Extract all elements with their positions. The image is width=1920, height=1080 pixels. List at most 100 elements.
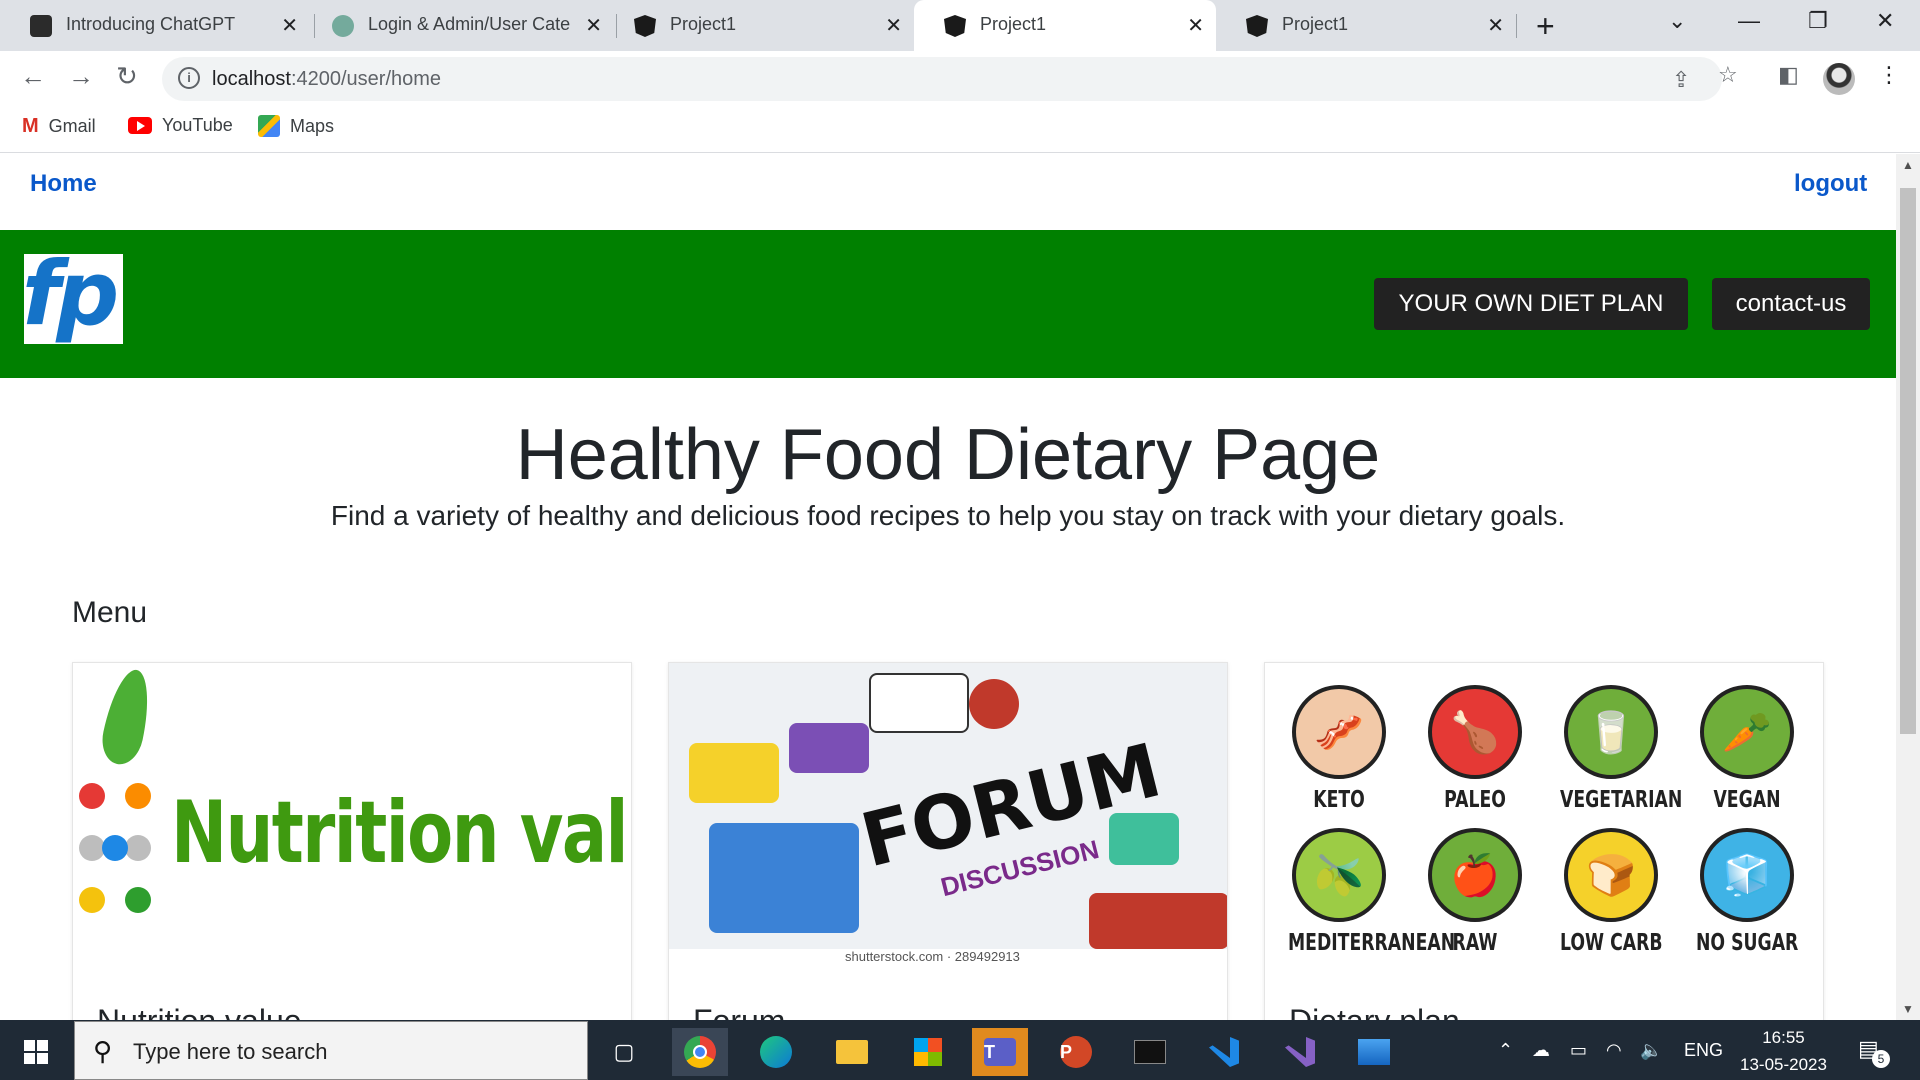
close-icon[interactable]: ✕ [585, 13, 602, 38]
kebab-menu-icon[interactable]: ⋮ [1878, 62, 1900, 88]
tab-project1-active[interactable]: Project1 ✕ [914, 0, 1216, 51]
bookmark-label: Maps [290, 115, 335, 136]
search-icon: ⚲ [93, 1036, 113, 1066]
checklist-graphic [869, 673, 969, 733]
site-logo[interactable]: fp [24, 254, 123, 344]
diet-label: KETO [1313, 787, 1365, 813]
chatgpt-icon [30, 15, 52, 37]
bookmark-star-icon[interactable]: ☆ [1718, 62, 1738, 88]
onedrive-icon[interactable]: ☁ [1532, 1040, 1550, 1061]
chatgpt-icon [332, 15, 354, 37]
contact-us-button[interactable]: contact-us [1712, 278, 1870, 330]
dot-graphic [125, 835, 151, 861]
notification-count-badge: 5 [1872, 1050, 1890, 1068]
angular-icon [944, 15, 966, 37]
close-icon[interactable]: ✕ [1187, 13, 1204, 38]
language-indicator[interactable]: ENG [1684, 1040, 1723, 1061]
page-title: Healthy Food Dietary Page [515, 415, 1381, 495]
notification-center-icon[interactable]: ▤ 5 [1858, 1036, 1890, 1068]
restore-button[interactable]: ❐ [1808, 8, 1828, 34]
card-dietary-plan[interactable]: 🥓 KETO 🍗 PALEO 🥛 VEGETARIAN 🥕 VEGAN 🫒 ME… [1264, 662, 1824, 1020]
bookmark-label: Gmail [48, 116, 96, 136]
dot-graphic [125, 887, 151, 913]
forum-image: FORUM DISCUSSION shutterstock.com · 2894… [669, 663, 1227, 973]
system-clock[interactable]: 16:55 13-05-2023 [1740, 1024, 1827, 1078]
wifi-icon[interactable]: ◠ [1606, 1040, 1622, 1061]
nutrition-image: Nutrition value [73, 663, 631, 973]
scroll-up-arrow-icon[interactable]: ▲ [1902, 158, 1914, 172]
diet-keto: 🥓 KETO [1271, 685, 1407, 813]
gear-graphic [969, 679, 1019, 729]
tab-title: Login & Admin/User Cate [368, 14, 571, 34]
close-icon[interactable]: ✕ [1487, 13, 1504, 38]
olive-icon: 🫒 [1292, 828, 1386, 922]
scroll-down-arrow-icon[interactable]: ▼ [1902, 1002, 1914, 1016]
share-icon[interactable]: ⇪ [1672, 67, 1690, 93]
card-forum[interactable]: FORUM DISCUSSION shutterstock.com · 2894… [668, 662, 1228, 1020]
drumstick-icon: 🍗 [1428, 685, 1522, 779]
chrome-icon[interactable] [672, 1028, 728, 1076]
card-title: Nutrition value [97, 1003, 302, 1020]
card-title: Forum [693, 1003, 785, 1020]
clock-date: 13-05-2023 [1740, 1055, 1827, 1074]
edge-icon[interactable] [748, 1028, 804, 1076]
microsoft-store-icon[interactable] [900, 1028, 956, 1076]
visual-studio-icon[interactable] [1272, 1028, 1328, 1076]
bookmark-gmail[interactable]: M Gmail [22, 115, 96, 138]
photos-icon[interactable] [1346, 1028, 1402, 1076]
tab-project1[interactable]: Project1 ✕ [1216, 0, 1516, 51]
diet-plan-button[interactable]: YOUR OWN DIET PLAN [1374, 278, 1688, 330]
side-panel-icon[interactable]: ◧ [1778, 62, 1799, 88]
forward-arrow-icon[interactable]: → [68, 61, 94, 92]
powerpoint-icon[interactable]: P [1048, 1028, 1104, 1076]
terminal-icon[interactable] [1122, 1028, 1178, 1076]
new-tab-button[interactable]: + [1536, 8, 1555, 45]
battery-icon[interactable]: ▭ [1570, 1040, 1587, 1061]
diet-label: MEDITERRANEAN [1288, 930, 1456, 956]
home-link[interactable]: Home [30, 170, 97, 198]
page-scrollbar[interactable]: ▲ ▼ [1896, 154, 1920, 1020]
tab-introducing-chatgpt[interactable]: Introducing ChatGPT ✕ [0, 0, 310, 51]
taskbar-search-box[interactable]: ⚲ Type here to search [74, 1021, 588, 1080]
logout-link[interactable]: logout [1794, 170, 1867, 198]
task-view-icon[interactable]: ▢ [596, 1028, 652, 1076]
dot-graphic [125, 783, 151, 809]
page-subtitle: Find a variety of healthy and delicious … [330, 500, 1566, 531]
tab-login-admin[interactable]: Login & Admin/User Cate ✕ [302, 0, 614, 51]
teams-icon[interactable]: T [972, 1028, 1028, 1076]
close-icon[interactable]: ✕ [281, 13, 298, 38]
windows-start-icon[interactable] [24, 1040, 48, 1064]
card-nutrition-value[interactable]: Nutrition value Nutrition value [72, 662, 632, 1020]
nutrition-image-text: Nutrition value [171, 783, 631, 883]
site-info-icon[interactable]: i [178, 67, 200, 89]
tab-search-chevron-icon[interactable]: ⌄ [1668, 8, 1686, 34]
bookmark-maps[interactable]: Maps [258, 115, 334, 137]
tab-project1[interactable]: Project1 ✕ [604, 0, 914, 51]
url-path: :4200/user/home [290, 68, 442, 90]
diet-types-image: 🥓 KETO 🍗 PALEO 🥛 VEGETARIAN 🥕 VEGAN 🫒 ME… [1265, 663, 1823, 973]
carrot-icon: 🥕 [1700, 685, 1794, 779]
vscode-icon[interactable] [1196, 1028, 1252, 1076]
bacon-egg-icon: 🥓 [1292, 685, 1386, 779]
clock-time: 16:55 [1762, 1028, 1805, 1047]
reload-icon[interactable]: ↻ [116, 61, 138, 92]
diet-label: LOW CARB [1560, 930, 1663, 956]
close-icon[interactable]: ✕ [885, 13, 902, 38]
volume-icon[interactable]: 🔈 [1640, 1040, 1662, 1061]
tray-chevron-icon[interactable]: ⌃ [1498, 1040, 1513, 1061]
tab-title: Introducing ChatGPT [66, 14, 236, 34]
bookmarks-bar: M Gmail YouTube Maps [0, 107, 1920, 153]
url-text[interactable]: localhost:4200/user/home [212, 68, 441, 91]
minimize-button[interactable]: — [1738, 8, 1760, 34]
profile-avatar[interactable] [1823, 63, 1855, 95]
header-banner: fp YOUR OWN DIET PLAN contact-us [0, 230, 1896, 378]
tab-separator [1516, 14, 1517, 38]
sugar-cube-icon: 🧊 [1700, 828, 1794, 922]
close-window-button[interactable]: ✕ [1876, 8, 1894, 34]
top-nav: Home logout [0, 154, 1896, 230]
address-bar[interactable]: i localhost:4200/user/home ⇪ [162, 57, 1722, 101]
scrollbar-thumb[interactable] [1900, 188, 1916, 734]
back-arrow-icon[interactable]: ← [20, 61, 46, 92]
bookmark-youtube[interactable]: YouTube [128, 115, 233, 136]
file-explorer-icon[interactable] [824, 1028, 880, 1076]
